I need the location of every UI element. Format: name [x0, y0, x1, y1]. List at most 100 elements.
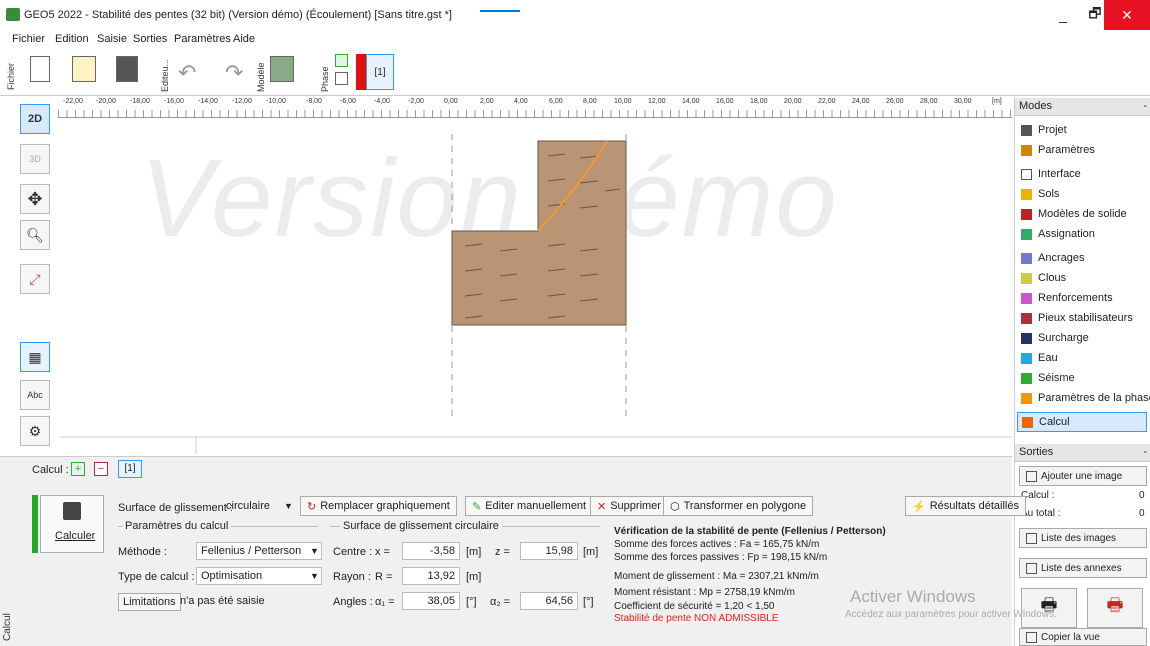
transform-polygon-button[interactable]: ⬡ Transformer en polygone — [663, 496, 814, 516]
ruler-label: 10,00 — [614, 98, 632, 105]
ruler-label: 26,00 — [886, 98, 904, 105]
phase-tab-1[interactable]: [1] — [366, 54, 394, 90]
view-3d-button[interactable]: 3D — [20, 144, 50, 174]
centre-z-input[interactable]: 15,98 — [520, 542, 578, 560]
ruler-label: 20,00 — [784, 98, 802, 105]
fit-view-icon[interactable]: ⤢ — [20, 264, 50, 294]
ruler-label: -4,00 — [374, 98, 390, 105]
alpha2-input[interactable]: 64,56 — [520, 592, 578, 610]
menu-fichier[interactable]: Fichier — [12, 33, 45, 45]
polygon-icon: ⬡ — [670, 500, 680, 513]
title-bar: GEO5 2022 - Stabilité des pentes (32 bit… — [0, 0, 1150, 30]
chevron-down-icon[interactable]: ▼ — [310, 546, 319, 556]
move-icon[interactable]: ✥ — [20, 184, 50, 214]
calc-side-label: Calcul — [2, 613, 13, 641]
toolbar-group-phase: Phase — [320, 66, 330, 92]
mode-sols[interactable]: Sols — [1021, 184, 1059, 204]
type-calcul-select[interactable]: Optimisation — [196, 567, 322, 585]
calculer-button[interactable]: Calculer — [40, 495, 104, 553]
save-file-icon[interactable] — [116, 56, 138, 82]
calculation-panel: Calcul Calcul : + − [1] Calculer Surface… — [0, 456, 1057, 646]
calc-tab-1[interactable]: [1] — [118, 460, 142, 478]
menu-saisie[interactable]: Saisie — [97, 33, 127, 45]
replace-graphically-button[interactable]: ↻ Remplacer graphiquement — [300, 496, 457, 516]
replace-icon: ↻ — [307, 500, 317, 513]
chevron-down-icon[interactable]: ▼ — [310, 571, 319, 581]
mode-ancrages[interactable]: Ancrages — [1021, 248, 1084, 268]
view-2d-button[interactable]: 2D — [20, 104, 50, 134]
model-icon[interactable] — [270, 56, 294, 82]
geometry-view — [60, 134, 1012, 454]
limitations-button[interactable]: Limitations — [118, 593, 181, 611]
add-image-button[interactable]: Ajouter une image — [1019, 466, 1147, 486]
results-line-passive: Somme des forces passives : Fp = 198,15 … — [614, 552, 828, 563]
ruler-ticks — [58, 110, 1012, 118]
list-images-button[interactable]: Liste des images — [1019, 528, 1147, 548]
copy-view-button[interactable]: Copier la vue — [1019, 628, 1147, 646]
mode-modeles-solide[interactable]: Modèles de solide — [1021, 204, 1127, 224]
add-calc-icon[interactable]: + — [71, 462, 85, 476]
menu-sorties[interactable]: Sorties — [133, 33, 167, 45]
ruler-label: -12,00 — [232, 98, 252, 105]
print-icon[interactable]: 🖶 — [1021, 588, 1077, 628]
delete-button[interactable]: ✕ Supprimer — [590, 496, 668, 516]
ruler-label: 28,00 — [920, 98, 938, 105]
mode-clous[interactable]: Clous — [1021, 268, 1066, 288]
mode-seisme[interactable]: Séisme — [1021, 368, 1075, 388]
menu-aide[interactable]: Aide — [233, 33, 255, 45]
list-annexes-button[interactable]: Liste des annexes — [1019, 558, 1147, 578]
close-button[interactable]: ✕ — [1104, 0, 1150, 30]
rayon-input[interactable]: 13,92 — [402, 567, 460, 585]
redo-icon[interactable]: ↷ — [225, 60, 243, 86]
detailed-results-button[interactable]: ⚡ Résultats détaillés — [905, 496, 1026, 516]
labels-icon[interactable]: Abc — [20, 380, 50, 410]
solid-model-icon — [1021, 208, 1032, 220]
mode-renforcements[interactable]: Renforcements — [1021, 288, 1113, 308]
edit-manually-button[interactable]: ✎ Editer manuellement — [465, 496, 594, 516]
menu-parametres[interactable]: Paramètres — [174, 33, 231, 45]
mode-projet[interactable]: Projet — [1021, 120, 1067, 140]
results-line-status: Stabilité de pente NON ADMISSIBLE — [614, 613, 779, 624]
zoom-icon[interactable]: 🔍︎ — [20, 220, 50, 250]
surface-label: Surface de glissement : — [118, 502, 233, 514]
mode-calcul[interactable]: Calcul — [1017, 412, 1147, 432]
centre-x-input[interactable]: -3,58 — [402, 542, 460, 560]
soil-body[interactable] — [451, 140, 627, 326]
surcharge-icon — [1021, 332, 1032, 344]
undo-icon[interactable]: ↶ — [178, 60, 196, 86]
mode-eau[interactable]: Eau — [1021, 348, 1058, 368]
parametres-icon — [1021, 144, 1032, 156]
open-file-icon[interactable] — [72, 56, 96, 82]
menu-bar: Fichier Edition Saisie Sorties Paramètre… — [0, 31, 1150, 48]
settings-gear-icon[interactable]: ⚙ — [20, 416, 50, 446]
menu-edition[interactable]: Edition — [55, 33, 89, 45]
ruler-label: 6,00 — [549, 98, 563, 105]
mode-surcharge[interactable]: Surcharge — [1021, 328, 1089, 348]
remove-phase-icon[interactable] — [335, 72, 348, 85]
activate-windows-text: Accédez aux paramètres pour activer Wind… — [845, 609, 1057, 620]
assignation-icon — [1021, 228, 1032, 240]
ruler-label: 2,00 — [480, 98, 494, 105]
mode-assignation[interactable]: Assignation — [1021, 224, 1095, 244]
remove-calc-icon[interactable]: − — [94, 462, 108, 476]
print-export-icon[interactable]: 🖶 — [1087, 588, 1143, 628]
methode-select[interactable]: Fellenius / Petterson — [196, 542, 322, 560]
ruler-label: -22,00 — [63, 98, 83, 105]
table-icon[interactable]: ▦ — [20, 342, 50, 372]
ruler-label: -6,00 — [340, 98, 356, 105]
lightning-icon: ⚡ — [912, 500, 926, 513]
mode-parametres[interactable]: Paramètres — [1021, 140, 1095, 160]
ruler-label: -2,00 — [408, 98, 424, 105]
limitations-text: n'a pas été saisie — [180, 595, 265, 607]
add-phase-icon[interactable] — [335, 54, 348, 67]
mode-interface[interactable]: Interface — [1021, 164, 1081, 184]
chevron-down-icon[interactable]: ▼ — [284, 501, 293, 511]
alpha1-input[interactable]: 38,05 — [402, 592, 460, 610]
phase-indicator — [356, 54, 366, 90]
calc-label: Calcul : — [32, 464, 69, 476]
new-file-icon[interactable] — [30, 56, 50, 82]
mode-parametres-phase[interactable]: Paramètres de la phase — [1021, 388, 1150, 408]
calcul-icon — [1022, 416, 1033, 428]
mode-pieux[interactable]: Pieux stabilisateurs — [1021, 308, 1133, 328]
ruler-label: -18,00 — [130, 98, 150, 105]
